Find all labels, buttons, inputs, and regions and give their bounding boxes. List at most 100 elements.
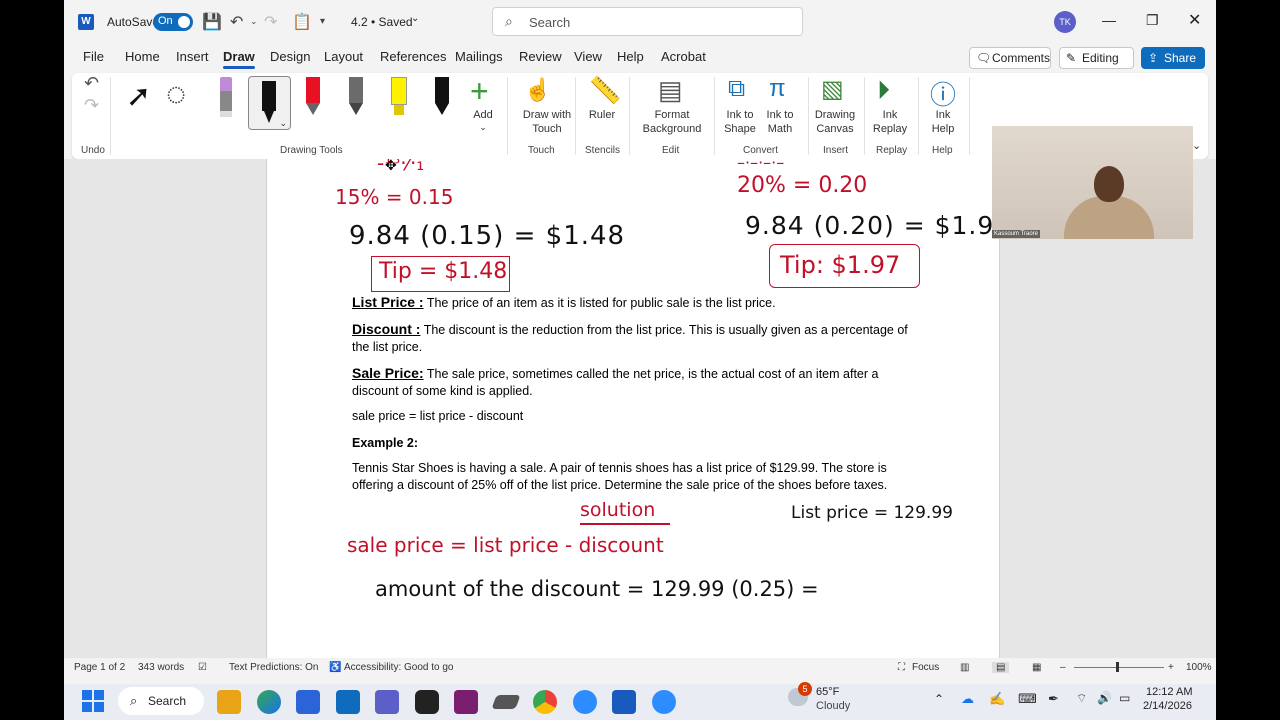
ink-help-label-2[interactable]: Help xyxy=(922,122,964,136)
tab-draw[interactable]: Draw xyxy=(223,49,255,69)
tab-layout[interactable]: Layout xyxy=(324,49,363,64)
tab-mailings[interactable]: Mailings xyxy=(455,49,503,64)
zoom-out-icon[interactable]: – xyxy=(1060,662,1066,673)
show-hidden-icons-icon[interactable]: ⌃ xyxy=(934,692,944,706)
teams-icon[interactable] xyxy=(375,690,399,714)
ink-replay-label-1[interactable]: Ink xyxy=(868,108,912,122)
web-layout-icon[interactable]: ▦ xyxy=(1032,662,1041,673)
tab-acrobat[interactable]: Acrobat xyxy=(661,49,706,64)
file-explorer-icon[interactable] xyxy=(217,690,241,714)
undo-dropdown-icon[interactable]: ⌄ xyxy=(250,16,258,27)
store-icon[interactable] xyxy=(296,690,320,714)
ink-to-shape-icon[interactable]: ⧉ xyxy=(728,75,745,103)
search-input[interactable]: ⌕ Search xyxy=(492,7,803,36)
word-taskbar-icon[interactable] xyxy=(612,690,636,714)
tab-references[interactable]: References xyxy=(380,49,446,64)
format-background-label-2[interactable]: Background xyxy=(632,122,712,136)
windows-start-icon[interactable] xyxy=(82,690,104,712)
ruler-icon[interactable]: 📏 xyxy=(589,75,621,106)
share-button[interactable]: ⇪ Share xyxy=(1141,47,1205,69)
weather-temp[interactable]: 65°F xyxy=(816,686,839,698)
onedrive-icon[interactable]: ☁ xyxy=(961,691,974,707)
tab-help[interactable]: Help xyxy=(617,49,644,64)
save-icon[interactable]: 💾 xyxy=(202,12,222,32)
tab-design[interactable]: Design xyxy=(270,49,310,64)
comments-button[interactable]: 🗨 Comments xyxy=(969,47,1051,69)
clock-time[interactable]: 12:12 AM xyxy=(1146,686,1192,698)
wifi-icon[interactable]: ⌔ xyxy=(1076,691,1087,706)
pen-icon[interactable]: ✒ xyxy=(1048,691,1059,707)
ink-to-math-label-2[interactable]: Math xyxy=(758,122,802,136)
chrome-icon[interactable] xyxy=(533,690,557,714)
autosave-toggle[interactable]: On xyxy=(153,13,193,31)
proofing-icon[interactable]: ☑ xyxy=(198,662,207,673)
word-count[interactable]: 343 words xyxy=(138,662,184,673)
tab-insert[interactable]: Insert xyxy=(176,49,209,64)
doc-name-chevron-icon[interactable]: ⌄ xyxy=(411,13,419,24)
surface-pen-icon[interactable] xyxy=(491,695,521,709)
accessibility-status[interactable]: Accessibility: Good to go xyxy=(344,662,454,673)
yellow-highlighter-icon[interactable] xyxy=(390,77,408,117)
focus-button[interactable]: Focus xyxy=(912,662,939,673)
close-icon[interactable]: ✕ xyxy=(1188,10,1201,30)
read-mode-icon[interactable]: ▥ xyxy=(960,662,969,673)
format-background-icon[interactable]: ▤ xyxy=(658,75,683,106)
zoom-app-icon[interactable] xyxy=(573,690,597,714)
zoom-level[interactable]: 100% xyxy=(1186,662,1212,673)
select-cursor-icon[interactable]: ➚ xyxy=(126,79,151,114)
clock-date[interactable]: 2/14/2026 xyxy=(1143,700,1192,712)
ribbon-undo-icon[interactable]: ↶ xyxy=(84,73,99,94)
drawing-canvas-label-2[interactable]: Canvas xyxy=(810,122,860,136)
touch-keyboard-icon[interactable]: ⌨ xyxy=(1018,691,1037,707)
zoom-in-icon[interactable]: + xyxy=(1168,662,1174,673)
ink-replay-label-2[interactable]: Replay xyxy=(868,122,912,136)
paste-icon[interactable]: 📋 xyxy=(292,12,312,32)
calculator-icon[interactable] xyxy=(454,690,478,714)
drawing-canvas-icon[interactable]: ▧ xyxy=(821,75,844,104)
editing-button[interactable]: ✎ Editing ⌄ xyxy=(1059,47,1134,84)
restore-icon[interactable]: ❐ xyxy=(1146,12,1159,29)
redo-icon[interactable]: ↷ xyxy=(264,12,277,32)
undo-icon[interactable]: ↶ xyxy=(230,12,243,32)
draw-with-touch-label-2[interactable]: Touch xyxy=(512,122,582,136)
tab-view[interactable]: View xyxy=(574,49,602,64)
black-pen-selected[interactable]: ⌄ xyxy=(248,76,291,130)
gray-pencil-icon[interactable] xyxy=(348,77,364,117)
ink-to-shape-label-1[interactable]: Ink to xyxy=(718,108,762,122)
volume-icon[interactable]: 🔊 xyxy=(1097,691,1112,705)
add-pen-icon[interactable]: + xyxy=(470,73,489,110)
format-background-label-1[interactable]: Format xyxy=(632,108,712,122)
ribbon-redo-icon[interactable]: ↷ xyxy=(84,95,99,116)
print-layout-icon[interactable]: ▤ xyxy=(992,662,1010,673)
eraser-icon[interactable] xyxy=(217,77,235,117)
tab-home[interactable]: Home xyxy=(125,49,160,64)
collapse-ribbon-chevron-icon[interactable]: ⌄ xyxy=(1192,139,1201,152)
clipchamp-icon[interactable] xyxy=(415,690,439,714)
zoom-slider-thumb[interactable] xyxy=(1116,662,1119,672)
edge-icon[interactable] xyxy=(257,690,281,714)
document-name[interactable]: 4.2 • Saved xyxy=(351,15,413,29)
ink-replay-icon[interactable]: ⏵ xyxy=(877,75,890,107)
tab-review[interactable]: Review xyxy=(519,49,562,64)
zoom-slider[interactable] xyxy=(1074,667,1164,668)
taskbar-search[interactable]: ⌕ Search xyxy=(118,687,204,715)
avatar[interactable]: TK xyxy=(1054,11,1076,33)
ink-to-math-icon[interactable]: π xyxy=(769,75,786,103)
drawing-canvas-label-1[interactable]: Drawing xyxy=(810,108,860,122)
text-predictions[interactable]: Text Predictions: On xyxy=(229,662,318,673)
outlook-icon[interactable] xyxy=(336,690,360,714)
pen-menu-icon[interactable]: ✍ xyxy=(989,691,1005,707)
add-chevron-icon[interactable]: ⌄ xyxy=(468,120,498,134)
zoom-app-icon-2[interactable] xyxy=(652,690,676,714)
draw-with-touch-label-1[interactable]: Draw with xyxy=(512,108,582,122)
lasso-select-icon[interactable]: ◌ xyxy=(166,75,186,114)
customize-qat-icon[interactable]: ▾ xyxy=(320,16,325,27)
battery-icon[interactable]: ▭ xyxy=(1119,691,1130,705)
ink-help-icon[interactable]: ⓘ xyxy=(930,75,956,112)
ink-to-math-label-1[interactable]: Ink to xyxy=(758,108,802,122)
ink-to-shape-label-2[interactable]: Shape xyxy=(718,122,762,136)
minimize-icon[interactable]: — xyxy=(1102,12,1116,28)
black-pen-icon[interactable] xyxy=(434,77,450,117)
document-page[interactable]: -¹⁵·⁄·₁ 15% = 0.15 9.84 (0.15) = $1.48 T… xyxy=(266,159,1000,658)
touch-hand-icon[interactable]: ☝ xyxy=(524,77,551,103)
